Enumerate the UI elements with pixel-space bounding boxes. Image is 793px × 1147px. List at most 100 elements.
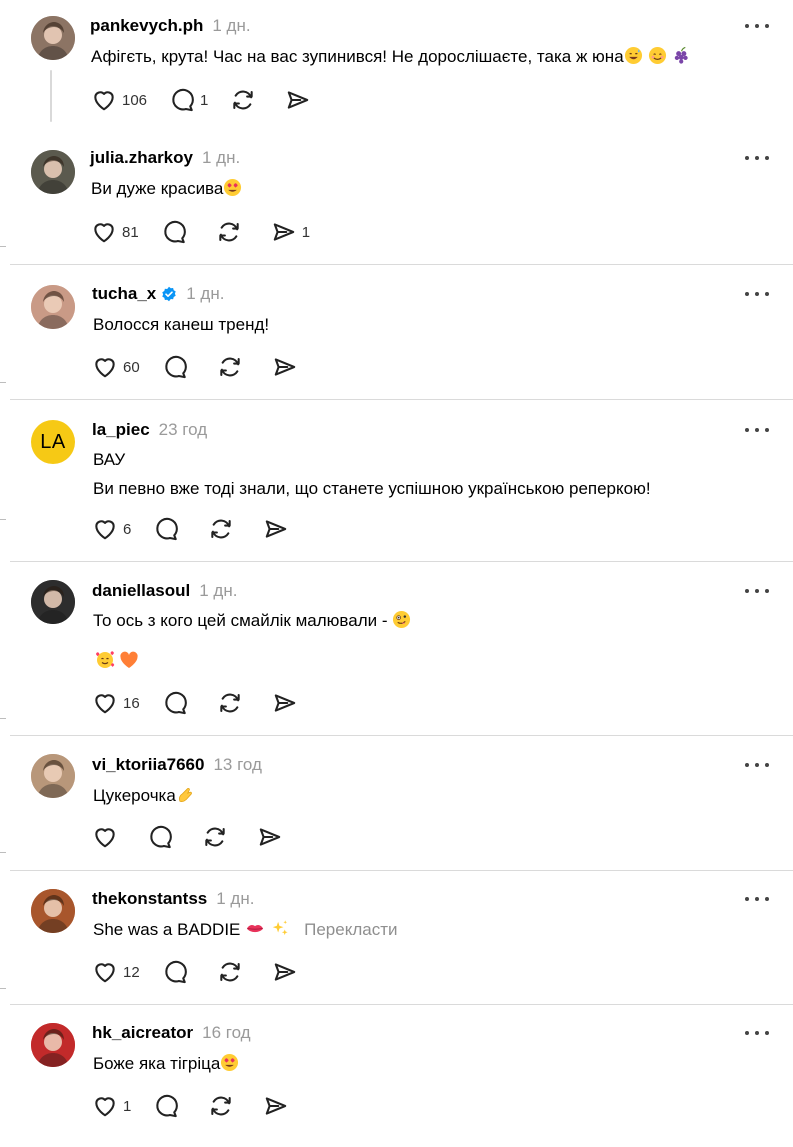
avatar[interactable]: LA [31,420,75,464]
like-button[interactable]: 16 [92,690,140,716]
more-icon[interactable] [745,153,769,163]
comment-icon [162,354,188,380]
post-time[interactable]: 16 год [202,1023,250,1043]
grin-sweat-emoji-icon [624,46,643,66]
avatar[interactable] [31,285,75,329]
comment-text: То ось з кого цей смайлік малювали - [93,606,411,635]
post-time[interactable]: 1 дн. [199,581,237,601]
heart-icon [92,824,118,850]
reply-button[interactable] [162,959,188,985]
like-button[interactable]: 6 [92,516,131,542]
like-button[interactable]: 1 [92,1093,131,1119]
action-bar: 106 1 [91,87,340,113]
comment-header: pankevych.ph 1 дн. [90,16,251,36]
post-divider [10,399,793,400]
replies-count: 1 [200,91,209,109]
repost-button[interactable] [216,219,242,245]
username-link[interactable]: vi_ktoriia7660 [92,755,204,775]
username-link[interactable]: julia.zharkoy [90,148,193,168]
action-bar: 1 [92,1093,318,1119]
reply-button[interactable]: 1 [169,87,208,113]
more-icon[interactable] [745,425,769,435]
orange-heart-emoji-icon [119,651,139,670]
more-icon[interactable] [745,760,769,770]
more-icon[interactable] [745,586,769,596]
action-bar: 16 [92,690,327,716]
edge-tick [0,519,6,520]
repost-icon [217,354,243,380]
username-link[interactable]: tucha_x [92,284,156,304]
avatar[interactable] [31,754,75,798]
reply-button[interactable] [153,516,179,542]
post-time[interactable]: 1 дн. [186,284,224,304]
more-icon[interactable] [745,894,769,904]
likes-count: 16 [123,694,140,712]
post-time[interactable]: 1 дн. [212,16,250,36]
share-icon [272,354,298,380]
avatar[interactable] [31,1023,75,1067]
share-button[interactable] [263,516,289,542]
repost-button[interactable] [208,516,234,542]
reply-button[interactable] [162,690,188,716]
verified-badge-icon [161,286,177,302]
post-time[interactable]: 1 дн. [202,148,240,168]
post-time[interactable]: 23 год [159,420,207,440]
username-link[interactable]: daniellasoul [92,581,190,601]
avatar-initials: LA [40,430,66,453]
share-button[interactable] [272,354,298,380]
username-link[interactable]: thekonstantss [92,889,207,909]
avatar[interactable] [31,150,75,194]
comment-header: vi_ktoriia7660 13 год [92,755,262,775]
likes-count: 6 [123,520,132,538]
like-button[interactable]: 106 [91,87,147,113]
share-icon [271,219,297,245]
edge-tick [0,382,6,383]
post-time[interactable]: 1 дн. [216,889,254,909]
comment-text: ВАУ [93,445,125,474]
comment-text-line: Волосся канеш тренд! [93,315,270,334]
share-button[interactable]: 1 [271,219,310,245]
comment-text: Ви певно вже тоді знали, що станете успі… [93,474,651,503]
edge-tick [0,246,6,247]
repost-button[interactable] [217,354,243,380]
action-bar: 60 [92,354,327,380]
more-icon[interactable] [745,1028,769,1038]
share-button[interactable] [263,1093,289,1119]
more-icon[interactable] [745,289,769,299]
reply-button[interactable] [161,219,187,245]
post-divider [10,264,793,265]
username-link[interactable]: pankevych.ph [90,16,203,36]
comment-header: daniellasoul 1 дн. [92,581,237,601]
post-time[interactable]: 13 год [213,755,261,775]
like-button[interactable]: 81 [91,219,139,245]
action-bar: 6 [92,516,318,542]
repost-button[interactable] [202,824,228,850]
repost-icon [208,516,234,542]
like-button[interactable] [92,824,118,850]
avatar[interactable] [31,16,75,60]
edge-tick [0,718,6,719]
translate-link[interactable]: Перекласти [304,920,397,939]
share-button[interactable] [285,87,311,113]
like-button[interactable]: 12 [92,959,140,985]
post-divider [10,735,793,736]
avatar[interactable] [31,580,75,624]
username-link[interactable]: hk_aicreator [92,1023,193,1043]
repost-button[interactable] [217,959,243,985]
share-button[interactable] [257,824,283,850]
share-button[interactable] [272,690,298,716]
avatar[interactable] [31,889,75,933]
repost-button[interactable] [208,1093,234,1119]
repost-button[interactable] [230,87,256,113]
username-link[interactable]: la_piec [92,420,150,440]
share-button[interactable] [272,959,298,985]
repost-icon [217,690,243,716]
like-button[interactable]: 60 [92,354,140,380]
comment-header: thekonstantss 1 дн. [92,889,254,909]
heart-eyes-emoji-icon [220,1053,239,1073]
reply-button[interactable] [153,1093,179,1119]
reply-button[interactable] [147,824,173,850]
more-icon[interactable] [745,21,769,31]
reply-button[interactable] [162,354,188,380]
repost-button[interactable] [217,690,243,716]
